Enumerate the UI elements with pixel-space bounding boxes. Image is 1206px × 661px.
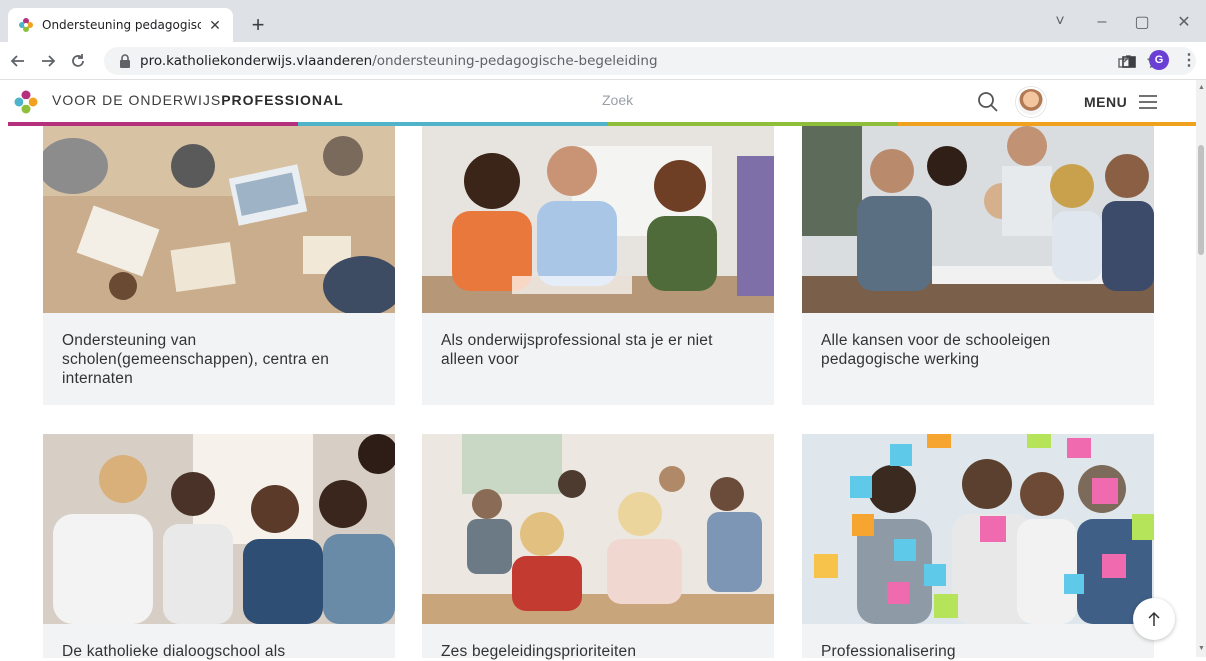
group-cheering-photo <box>43 434 395 624</box>
tab-close-icon[interactable]: ✕ <box>207 17 223 33</box>
restore-button[interactable]: ▢ <box>1122 10 1162 34</box>
card-prioriteiten[interactable]: Zes begeleidingsprioriteiten <box>422 434 774 660</box>
close-window-button[interactable]: ✕ <box>1164 10 1204 34</box>
address-bar[interactable]: pro.katholiekonderwijs.vlaanderen/onders… <box>104 47 1196 75</box>
url-path: /ondersteuning-pedagogische-begeleiding <box>372 53 658 69</box>
tab-title: Ondersteuning pedagogische begel <box>42 18 201 32</box>
forward-arrow-icon[interactable] <box>36 49 60 73</box>
card-body: Alle kansen voor de schooleigen pedagogi… <box>802 313 1154 405</box>
url-domain: pro.katholiekonderwijs.vlaanderen <box>140 53 373 69</box>
site-favicon-icon <box>18 17 34 33</box>
browser-tab-active[interactable]: Ondersteuning pedagogische begel ✕ <box>8 8 233 42</box>
meeting-table-photo <box>802 126 1154 313</box>
reload-icon[interactable] <box>66 49 90 73</box>
sticky-notes-photo <box>802 434 1154 624</box>
card-kansen[interactable]: Alle kansen voor de schooleigen pedagogi… <box>802 126 1154 405</box>
card-body: De katholieke dialoogschool als <box>43 624 395 660</box>
card-ondersteuning[interactable]: Ondersteuning van scholen(gemeenschappen… <box>43 126 395 405</box>
site-title-bold: PROFESSIONAL <box>221 92 344 108</box>
browser-menu-icon[interactable]: ⋮ <box>1181 50 1197 70</box>
site-header: VOOR DE ONDERWIJSPROFESSIONAL Zoek MENU <box>0 80 1196 124</box>
card-dialoogschool[interactable]: De katholieke dialoogschool als <box>43 434 395 660</box>
browser-toolbar: pro.katholiekonderwijs.vlaanderen/onders… <box>0 42 1206 80</box>
card-body: Ondersteuning van scholen(gemeenschappen… <box>43 313 395 405</box>
classroom-photo <box>422 434 774 624</box>
team-laughing-photo <box>422 126 774 313</box>
back-arrow-icon[interactable] <box>6 49 30 73</box>
browser-profile-avatar[interactable]: G <box>1149 50 1169 70</box>
scroll-down-arrow-icon[interactable]: ▼ <box>1198 645 1205 652</box>
side-panel-icon[interactable] <box>1118 51 1140 73</box>
site-logo-icon[interactable] <box>14 90 38 114</box>
browser-tabstrip: Ondersteuning pedagogische begel ✕ + ˅ –… <box>0 0 1206 42</box>
site-title[interactable]: VOOR DE ONDERWIJSPROFESSIONAL <box>52 92 344 108</box>
card-body: Zes begeleidingsprioriteiten <box>422 624 774 660</box>
office-desk-photo <box>43 126 395 313</box>
hamburger-menu-icon[interactable] <box>1137 91 1159 113</box>
card-title: Als onderwijsprofessional sta je er niet… <box>441 332 713 368</box>
back-to-top-button[interactable] <box>1133 598 1175 640</box>
new-tab-button[interactable]: + <box>245 12 271 38</box>
card-niet-alleen[interactable]: Als onderwijsprofessional sta je er niet… <box>422 126 774 405</box>
card-title: Alle kansen voor de schooleigen pedagogi… <box>821 332 1051 368</box>
card-title: De katholieke dialoogschool als <box>62 643 286 660</box>
site-search-input[interactable]: Zoek <box>602 92 962 108</box>
card-title: Professionalisering <box>821 643 956 660</box>
lock-icon <box>118 53 134 69</box>
scrollbar-thumb[interactable] <box>1198 145 1204 255</box>
arrow-up-icon <box>1148 611 1160 626</box>
site-title-regular: VOOR DE ONDERWIJS <box>52 92 222 108</box>
tab-search-icon[interactable]: ˅ <box>1040 10 1080 34</box>
url-text: pro.katholiekonderwijs.vlaanderen/onders… <box>140 53 658 69</box>
user-avatar[interactable] <box>1016 87 1046 117</box>
minimize-button[interactable]: – <box>1082 10 1122 34</box>
menu-button[interactable]: MENU <box>1084 94 1127 110</box>
card-body: Professionalisering <box>802 624 1154 660</box>
card-title: Ondersteuning van scholen(gemeenschappen… <box>62 332 330 387</box>
card-title: Zes begeleidingsprioriteiten <box>441 643 637 660</box>
search-icon[interactable] <box>976 90 1000 114</box>
scroll-up-arrow-icon[interactable]: ▲ <box>1198 84 1205 91</box>
card-professionalisering[interactable]: Professionalisering <box>802 434 1154 660</box>
card-body: Als onderwijsprofessional sta je er niet… <box>422 313 774 405</box>
